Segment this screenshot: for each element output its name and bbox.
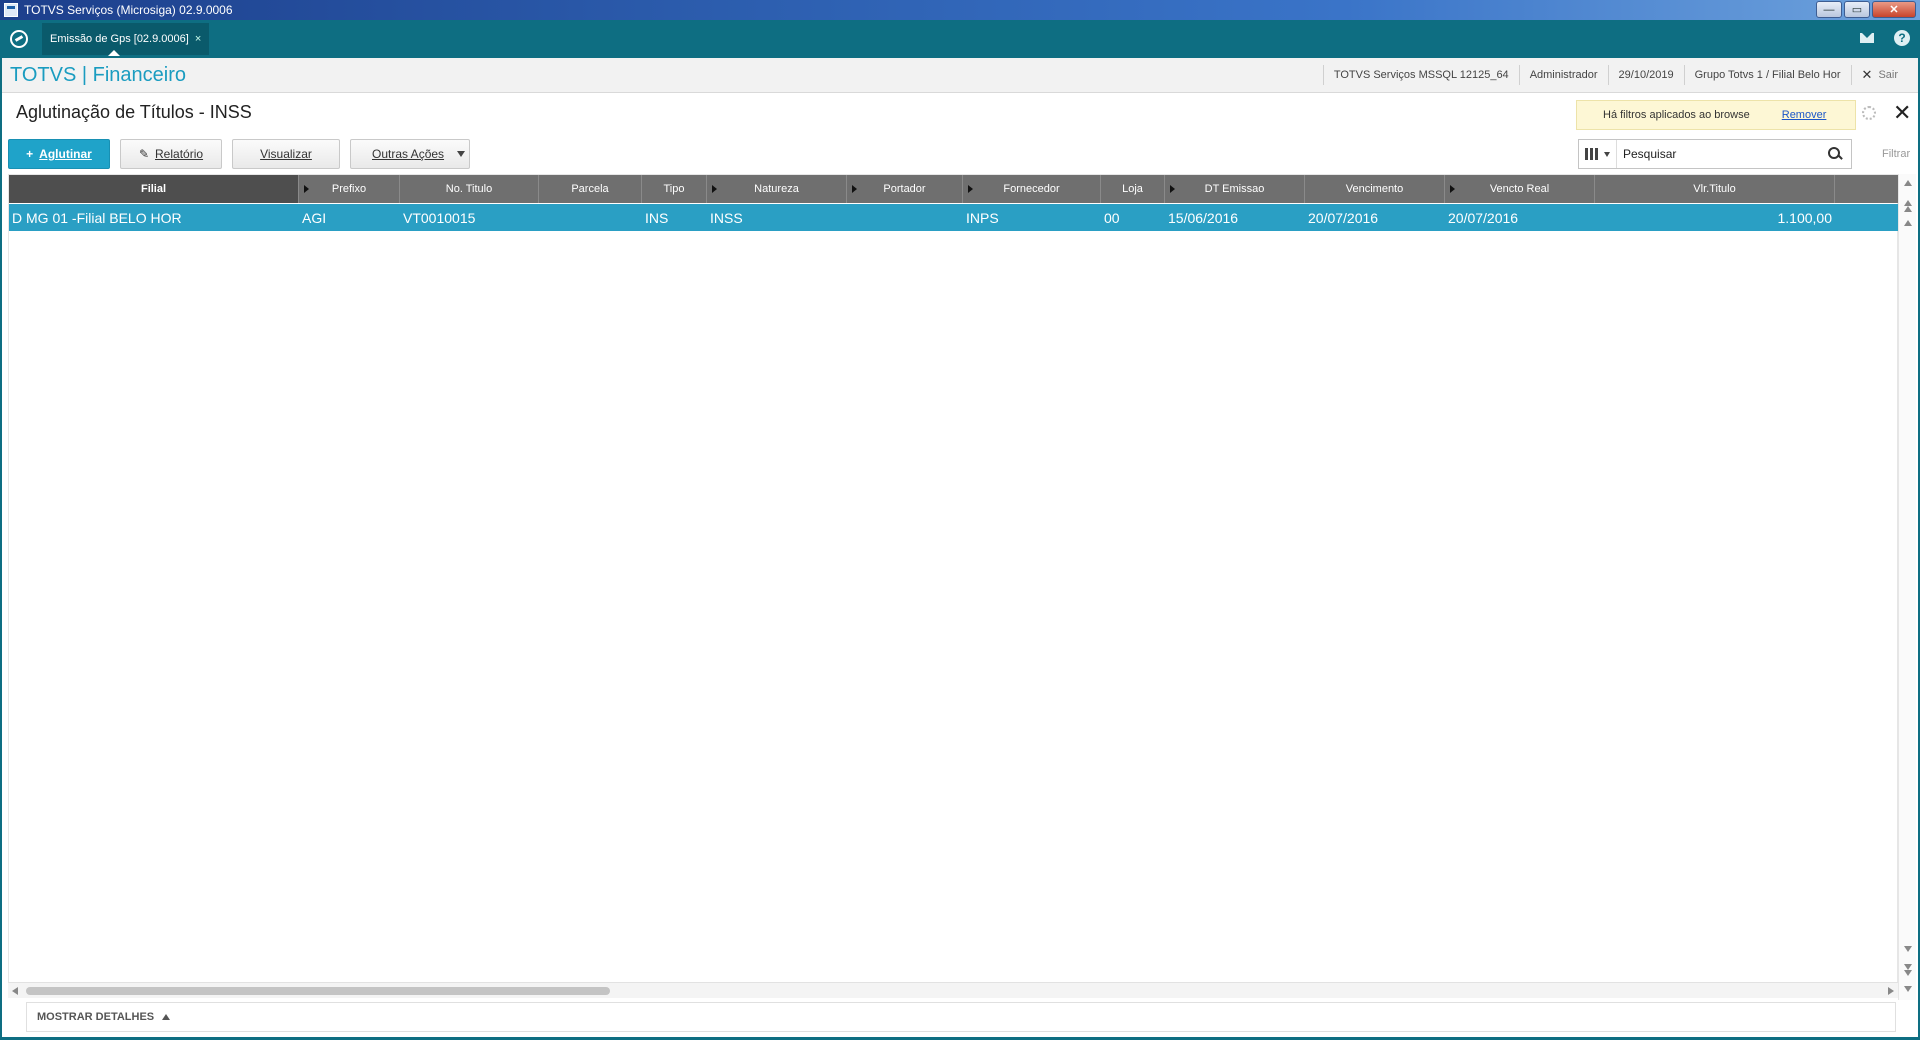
- cell-loja: 00: [1104, 209, 1120, 226]
- outras-acoes-label: Outras Ações: [372, 147, 445, 161]
- horizontal-scrollbar[interactable]: [8, 982, 1898, 998]
- scroll-down-icon[interactable]: [1904, 946, 1912, 952]
- show-details-label[interactable]: MOSTRAR DETALHES: [37, 1011, 154, 1023]
- remove-filter-link[interactable]: Remover: [1782, 109, 1827, 121]
- app-tabbar: Emissão de Gps [02.9.0006] × ?: [0, 20, 1920, 58]
- column-header-vlr-titulo[interactable]: Vlr.Titulo: [1595, 175, 1835, 203]
- column-header-no-titulo[interactable]: No. Titulo: [400, 175, 539, 203]
- column-arrow-icon: [1450, 185, 1455, 193]
- tab-close-icon[interactable]: ×: [195, 33, 201, 45]
- vertical-scrollbar[interactable]: [1898, 174, 1916, 1000]
- scroll-top-icon[interactable]: [1904, 180, 1912, 186]
- scroll-left-icon[interactable]: [12, 987, 18, 995]
- mail-icon[interactable]: [1860, 33, 1874, 43]
- cell-tipo: INS: [645, 209, 669, 226]
- logout-label: Sair: [1878, 69, 1898, 81]
- module-title: TOTVS | Financeiro: [10, 63, 186, 86]
- column-header-prefixo[interactable]: Prefixo: [299, 175, 400, 203]
- filter-notice-text: Há filtros aplicados ao browse: [1603, 109, 1750, 121]
- horizontal-scroll-thumb[interactable]: [26, 987, 610, 995]
- close-page-icon[interactable]: ✕: [1893, 100, 1911, 126]
- cell-natureza: INSS: [710, 209, 743, 226]
- minimize-button[interactable]: —: [1816, 1, 1842, 18]
- cell-prefixo: AGI: [302, 209, 327, 226]
- window-title: TOTVS Serviços (Microsiga) 02.9.0006: [24, 3, 233, 17]
- logout-icon: ✕: [1861, 67, 1873, 82]
- maximize-button[interactable]: ▭: [1844, 1, 1870, 18]
- column-header-loja[interactable]: Loja: [1101, 175, 1165, 203]
- column-header-parcela[interactable]: Parcela: [539, 175, 642, 203]
- grid-header: Filial Prefixo No. Titulo Parcela Tipo N…: [9, 175, 1899, 203]
- column-arrow-icon: [852, 185, 857, 193]
- page-title: Aglutinação de Títulos - INSS: [16, 102, 252, 122]
- column-header-portador[interactable]: Portador: [847, 175, 963, 203]
- columns-icon: [1585, 148, 1588, 160]
- chevron-down-icon: [1604, 151, 1610, 157]
- cell-vencimento: 20/07/2016: [1308, 209, 1379, 226]
- column-header-natureza[interactable]: Natureza: [707, 175, 847, 203]
- totvs-logo-icon[interactable]: [10, 30, 28, 48]
- app-window-icon: [4, 3, 18, 17]
- environment-label: TOTVS Serviços MSSQL 12125_64: [1322, 65, 1519, 85]
- relatorio-label: Relatório: [155, 147, 204, 161]
- module-header: TOTVS | Financeiro TOTVS Serviços MSSQL …: [2, 58, 1918, 93]
- branch-label[interactable]: Grupo Totvs 1 / Filial Belo Hor: [1683, 65, 1851, 85]
- date-label: 29/10/2019: [1607, 65, 1684, 85]
- column-arrow-icon: [1170, 185, 1175, 193]
- tabbar-actions: ?: [1860, 30, 1910, 46]
- window-frame-left: [0, 20, 2, 1040]
- filter-notice: Há filtros aplicados ao browse Remover: [1576, 100, 1856, 130]
- tab-label: Emissão de Gps [02.9.0006]: [50, 33, 189, 45]
- cell-dt-emissao: 15/06/2016: [1168, 209, 1239, 226]
- logout-button[interactable]: ✕ Sair: [1850, 65, 1908, 85]
- scroll-up-icon[interactable]: [1904, 220, 1912, 226]
- filter-link[interactable]: Filtrar: [1882, 148, 1910, 160]
- help-icon[interactable]: ?: [1894, 30, 1910, 46]
- aglutinar-label: Aglutinar: [39, 147, 92, 161]
- pencil-icon: ✎: [138, 147, 150, 161]
- column-header-dt-emissao[interactable]: DT Emissao: [1165, 175, 1305, 203]
- search-icon[interactable]: [1825, 144, 1845, 164]
- column-header-filial[interactable]: Filial: [9, 175, 299, 203]
- cell-filial: D MG 01 -Filial BELO HOR: [12, 209, 182, 226]
- cell-portador: [847, 204, 963, 231]
- table-row[interactable]: D MG 01 -Filial BELO HOR AGI VT0010015 I…: [9, 204, 1899, 231]
- cell-parcela: [539, 204, 642, 231]
- visualizar-label: Visualizar: [260, 147, 312, 161]
- cell-vlr-titulo: 1.100,00: [1777, 209, 1833, 226]
- close-window-button[interactable]: ✕: [1872, 1, 1916, 18]
- search-box: [1578, 139, 1852, 169]
- column-header-fornecedor[interactable]: Fornecedor: [963, 175, 1101, 203]
- column-arrow-icon: [968, 185, 973, 193]
- columns-selector[interactable]: [1579, 140, 1617, 168]
- visualizar-button[interactable]: Visualizar: [232, 139, 340, 169]
- window-titlebar: TOTVS Serviços (Microsiga) 02.9.0006 — ▭…: [0, 0, 1920, 20]
- window-controls: — ▭ ✕: [1816, 1, 1916, 18]
- column-header-vencto-real[interactable]: Vencto Real: [1445, 175, 1595, 203]
- relatorio-button[interactable]: ✎ Relatório: [120, 139, 222, 169]
- chevron-up-icon[interactable]: [162, 1014, 171, 1020]
- search-input[interactable]: [1617, 141, 1825, 167]
- scroll-bottom-icon[interactable]: [1904, 986, 1912, 992]
- details-footer[interactable]: MOSTRAR DETALHES: [26, 1002, 1896, 1032]
- cell-fornecedor: INPS: [966, 209, 999, 226]
- column-header-vencimento[interactable]: Vencimento: [1305, 175, 1445, 203]
- cell-vencto-real: 20/07/2016: [1448, 209, 1519, 226]
- column-arrow-icon: [712, 185, 717, 193]
- aglutinar-button[interactable]: + Aglutinar: [8, 139, 110, 169]
- tab-emissao-gps[interactable]: Emissão de Gps [02.9.0006] ×: [42, 23, 210, 56]
- titles-grid: Filial Prefixo No. Titulo Parcela Tipo N…: [8, 174, 1899, 986]
- scroll-right-icon[interactable]: [1888, 987, 1894, 995]
- column-arrow-icon: [304, 185, 309, 193]
- chevron-down-icon: [457, 151, 465, 157]
- gear-icon[interactable]: [1862, 106, 1876, 120]
- plus-icon: +: [26, 147, 34, 161]
- column-header-tipo[interactable]: Tipo: [642, 175, 707, 203]
- outras-acoes-button[interactable]: Outras Ações: [350, 139, 470, 169]
- session-info: TOTVS Serviços MSSQL 12125_64 Administra…: [1322, 58, 1908, 92]
- cell-no-titulo: VT0010015: [403, 209, 476, 226]
- user-label: Administrador: [1518, 65, 1608, 85]
